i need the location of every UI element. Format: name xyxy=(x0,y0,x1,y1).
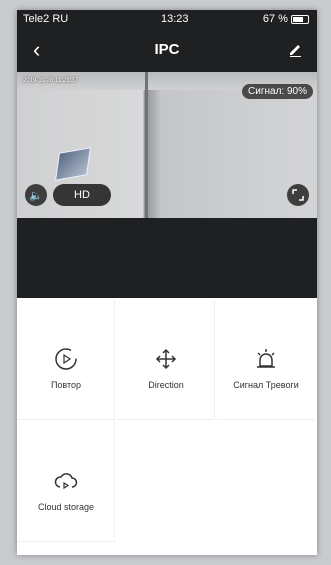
battery-indicator: 67 % xyxy=(263,13,309,25)
alarm-label: Сигнал Тревоги xyxy=(233,380,299,390)
nav-bar: ‹ IPC xyxy=(17,36,317,64)
playback-action[interactable]: Повтор xyxy=(17,300,115,420)
cloud-icon xyxy=(54,473,78,490)
status-bar: Tele2 RU 13:23 67 % xyxy=(17,10,317,28)
wall-plaque xyxy=(55,147,91,181)
battery-level: 67 % xyxy=(262,13,288,25)
direction-icon xyxy=(155,348,177,370)
alarm-action[interactable]: Сигнал Тревоги xyxy=(217,300,315,420)
direction-action[interactable]: Direction xyxy=(117,300,215,420)
fullscreen-icon xyxy=(292,189,304,201)
wall-edge xyxy=(145,72,148,218)
page-title: IPC xyxy=(154,41,180,58)
cloud-storage-label: Cloud storage xyxy=(37,502,95,512)
battery-icon xyxy=(291,14,309,24)
video-timestamp: 2019-11-28 11:23:37 xyxy=(23,78,78,84)
fullscreen-button[interactable] xyxy=(287,184,309,206)
pencil-icon[interactable] xyxy=(287,41,303,57)
signal-badge: Сигнал: 90% xyxy=(242,84,313,99)
alarm-icon xyxy=(257,349,275,368)
camera-live-view[interactable]: 2019-11-28 11:23:37 Сигнал: 90% 🔈 HD xyxy=(17,72,317,218)
app-window: Tele2 RU 13:23 67 % ‹ IPC 2019-11-28 11:… xyxy=(17,10,317,555)
clock: 13:23 xyxy=(161,13,189,25)
playback-label: Повтор xyxy=(50,380,82,390)
cloud-storage-action[interactable]: Cloud storage xyxy=(17,422,115,542)
action-grid: Повтор Direction Сигнал Тревоги Cloud st… xyxy=(17,300,317,555)
playback-icon xyxy=(55,348,77,370)
hd-quality-button[interactable]: HD xyxy=(53,184,111,206)
video-control-strip xyxy=(17,218,317,298)
carrier-label: Tele2 RU xyxy=(23,13,69,25)
speaker-icon[interactable]: 🔈 xyxy=(25,184,47,206)
direction-label: Direction xyxy=(148,380,184,390)
app-header: Tele2 RU 13:23 67 % ‹ IPC xyxy=(17,10,317,80)
